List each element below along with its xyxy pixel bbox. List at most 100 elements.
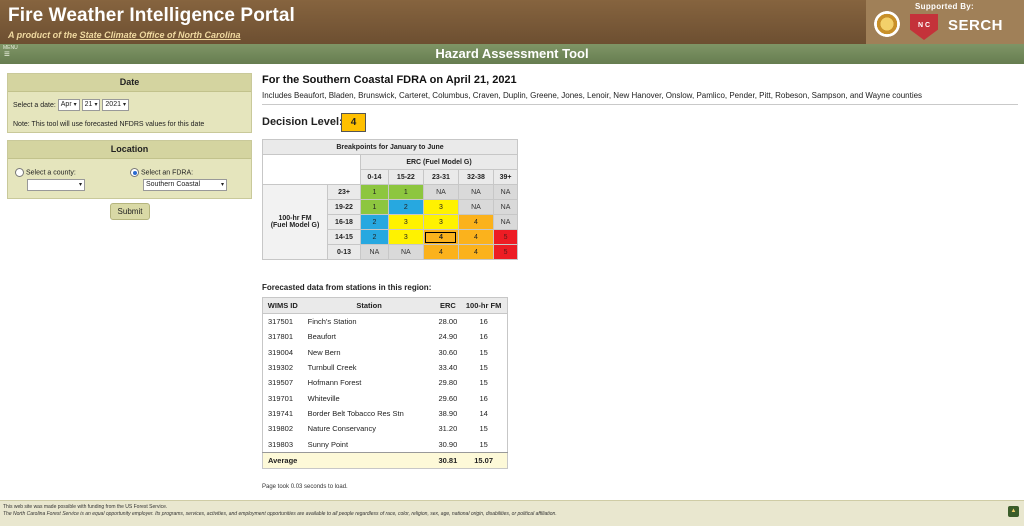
footer-eeo-text: The North Carolina Forest Service is an … xyxy=(3,511,557,517)
breakpoint-cell: 3 xyxy=(422,214,459,230)
counties-included: Includes Beaufort, Bladen, Brunswick, Ca… xyxy=(262,91,923,100)
state-climate-office-link[interactable]: State Climate Office of North Carolina xyxy=(80,30,241,40)
station-cell: 15 xyxy=(479,363,488,373)
location-panel-title: Location xyxy=(8,141,251,159)
date-panel-title: Date xyxy=(8,74,251,92)
station-cell: 30.90 xyxy=(438,439,458,449)
breakpoint-cell: NA xyxy=(422,184,459,200)
fdra-option[interactable]: Select an FDRA: xyxy=(130,168,193,177)
nc-seal-logo[interactable] xyxy=(874,11,900,37)
breakpoints-corner xyxy=(262,154,361,185)
breakpoint-cell: NA xyxy=(387,244,424,260)
nav-bar: MENU ≡ Hazard Assessment Tool xyxy=(0,44,1024,64)
station-cell: 29.80 xyxy=(438,378,458,388)
station-cell: 319802 xyxy=(268,424,294,434)
station-cell: 33.40 xyxy=(438,363,458,373)
fm-row-label: 16-18 xyxy=(327,214,361,230)
chevron-down-icon: ▾ xyxy=(73,102,77,108)
forest-service-shield-icon[interactable]: ▲ xyxy=(1008,506,1019,517)
load-time-note: Page took 0.03 seconds to load. xyxy=(262,484,348,490)
page-title: For the Southern Coastal FDRA on April 2… xyxy=(262,74,517,86)
stations-header-row: WIMS ID Station ERC 100-hr FM xyxy=(262,297,508,314)
date-select-row: Select a date: Apr ▾ 21 ▾ 2021 ▾ xyxy=(13,99,129,111)
footer-funding-text: This web site was made possible with fun… xyxy=(3,504,168,510)
breakpoint-cell: 1 xyxy=(387,184,424,200)
breakpoint-cell: 1 xyxy=(360,184,389,200)
date-panel: Date Select a date: Apr ▾ 21 ▾ 2021 ▾ Note:… xyxy=(7,73,252,133)
breakpoint-cell: 2 xyxy=(360,214,389,230)
sponsor-box: Supported By: N C SERCH xyxy=(866,0,1024,44)
fm-row-label: 19-22 xyxy=(327,199,361,215)
county-radio[interactable] xyxy=(15,168,24,177)
fdra-radio[interactable] xyxy=(130,168,139,177)
erc-column-header: 23-31 xyxy=(422,169,459,185)
breakpoint-cell: 3 xyxy=(387,229,424,245)
stations-title: Forecasted data from stations in this re… xyxy=(262,283,432,292)
station-cell: 29.60 xyxy=(438,393,458,403)
erc-column-header: 15-22 xyxy=(387,169,424,185)
year-select[interactable]: 2021 ▾ xyxy=(102,99,129,111)
select-date-label: Select a date: xyxy=(13,101,56,109)
station-cell: 15 xyxy=(479,378,488,388)
breakpoint-cell: NA xyxy=(493,214,518,230)
table-row: 319302 Turnbull Creek 33.40 15 xyxy=(263,360,508,375)
breakpoint-cell: NA xyxy=(457,199,495,215)
station-cell: 15 xyxy=(479,439,488,449)
station-cell: 15 xyxy=(479,424,488,434)
breakpoint-cell: 3 xyxy=(387,214,424,230)
supported-by-label: Supported By: xyxy=(915,2,975,11)
fdra-select[interactable]: Southern Coastal ▾ xyxy=(143,179,227,191)
divider xyxy=(262,104,1018,105)
breakpoint-cell: 4 xyxy=(422,229,459,245)
breakpoint-cell: 4 xyxy=(457,244,495,260)
breakpoint-cell: 4 xyxy=(422,244,459,260)
station-cell: 30.60 xyxy=(438,347,458,357)
station-cell: 319507 xyxy=(268,378,294,388)
subtitle-prefix: A product of the xyxy=(8,30,80,40)
submit-button[interactable]: Submit xyxy=(110,203,150,220)
breakpoint-cell: 5 xyxy=(493,244,518,260)
breakpoint-cell: 2 xyxy=(387,199,424,215)
nc-logo-text: N C xyxy=(917,22,931,29)
table-row: 319507 Hofmann Forest 29.80 15 xyxy=(263,375,508,390)
breakpoint-row: 100-hr FM (Fuel Model G) 23+ 1 1 NA NA NA xyxy=(262,184,518,260)
month-select[interactable]: Apr ▾ xyxy=(57,99,80,111)
station-cell: 28.00 xyxy=(438,317,458,327)
station-cell: 14 xyxy=(479,408,488,418)
station-cell: New Bern xyxy=(307,347,341,357)
breakpoints-table: Breakpoints for January to June ERC (Fue… xyxy=(262,139,518,260)
breakpoint-cell: NA xyxy=(493,199,518,215)
serch-logo[interactable]: SERCH xyxy=(948,17,1003,34)
station-cell: 319004 xyxy=(268,347,294,357)
station-cell: Border Belt Tobacco Res Stn xyxy=(307,408,404,418)
station-cell: Whiteville xyxy=(307,393,340,403)
fm-header-line2: (Fuel Model G) xyxy=(270,222,320,229)
day-select[interactable]: 21 ▾ xyxy=(81,99,101,111)
station-cell: Beaufort xyxy=(307,332,336,342)
footer: This web site was made possible with fun… xyxy=(0,500,1024,526)
breakpoint-cell: NA xyxy=(360,244,389,260)
county-select[interactable]: ▾ xyxy=(27,179,85,191)
date-note: Note: This tool will use forecasted NFDR… xyxy=(13,121,205,128)
station-cell: 319741 xyxy=(268,408,294,418)
tool-title: Hazard Assessment Tool xyxy=(435,46,589,61)
month-value: Apr xyxy=(60,101,72,108)
breakpoint-cell: 3 xyxy=(422,199,459,215)
year-value: 2021 xyxy=(105,101,121,108)
breakpoint-cell: NA xyxy=(457,184,495,200)
fdra-label: Select an FDRA: xyxy=(140,169,194,177)
decision-level-label: Decision Level: xyxy=(262,116,343,128)
county-label: Select a county: xyxy=(25,169,76,177)
county-option[interactable]: Select a county: xyxy=(15,168,76,177)
stations-table: WIMS ID Station ERC 100-hr FM 317501 Finch's… xyxy=(262,297,508,469)
breakpoints-title: Breakpoints for January to June xyxy=(262,139,518,155)
erc-column-header: 0-14 xyxy=(360,169,389,185)
station-cell: 24.90 xyxy=(438,332,458,342)
average-row: Average 30.81 15.07 xyxy=(262,451,508,469)
station-cell: 15 xyxy=(479,347,488,357)
site-title[interactable]: Fire Weather Intelligence Portal xyxy=(8,5,295,27)
chevron-down-icon: ▾ xyxy=(78,182,82,188)
fm-row-label: 0-13 xyxy=(327,244,361,260)
fm-row-label: 23+ xyxy=(327,184,361,200)
breakpoint-cell: 5 xyxy=(493,229,518,245)
